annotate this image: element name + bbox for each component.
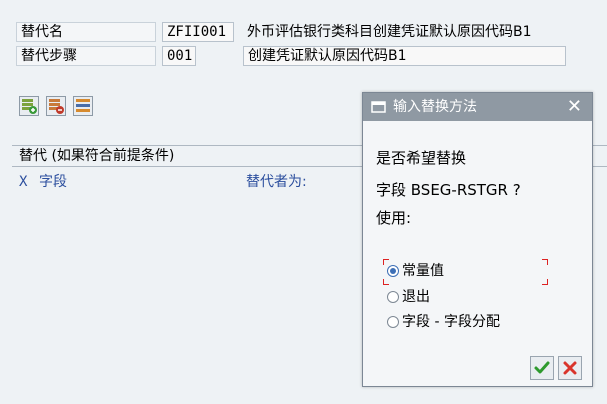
checkmark-icon [534,361,550,374]
dialog-field-name: 字段 BSEG-RSTGR ? [376,181,521,199]
column-replacement: 替代者为: [246,174,307,190]
option-constant[interactable]: 常量值 [387,261,444,281]
substitution-field[interactable]: ZFII001 [162,22,234,42]
dialog-title: 输入替换方法 [393,99,477,115]
step-description-field[interactable]: 创建凭证默认原因代码B1 [243,46,566,66]
dialog-question: 是否希望替换 [376,149,467,167]
insert-row-icon [22,99,37,114]
dialog-use-label: 使用: [376,209,412,227]
delete-row-icon [49,99,64,114]
focus-corner [542,259,548,265]
list-icon [76,99,90,112]
cancel-button[interactable] [558,356,582,380]
column-x: X [19,174,28,190]
step-label: 替代步骤 [16,46,156,66]
section-title: 替代 (如果符合前提条件) [19,148,175,164]
radio-icon[interactable] [387,291,399,303]
radio-icon[interactable] [387,316,399,328]
delete-row-button[interactable] [46,96,66,116]
close-icon[interactable]: ✕ [567,93,582,121]
option-field-assignment[interactable]: 字段 - 字段分配 [387,312,500,332]
focus-corner [542,279,548,285]
substitution-description: 外币评估银行类科目创建凭证默认原因代码B1 [247,24,532,40]
insert-row-button[interactable] [19,96,39,116]
confirm-button[interactable] [530,356,554,380]
option-exit[interactable]: 退出 [387,287,430,307]
option-field-assignment-label: 字段 - 字段分配 [402,314,500,330]
radio-selected-icon[interactable] [387,265,399,277]
substitution-label: 替代名 [16,22,156,42]
window-icon [371,101,386,113]
step-field[interactable]: 001 [162,46,196,66]
list-button[interactable] [73,96,93,116]
dialog-titlebar[interactable]: 输入替换方法 ✕ [363,93,592,121]
option-exit-label: 退出 [402,289,430,305]
replacement-method-dialog: 输入替换方法 ✕ 是否希望替换 字段 BSEG-RSTGR ? 使用: 常量值 … [362,92,593,387]
option-constant-label: 常量值 [402,263,444,279]
cancel-x-icon [563,361,577,375]
column-field: 字段 [39,174,67,190]
